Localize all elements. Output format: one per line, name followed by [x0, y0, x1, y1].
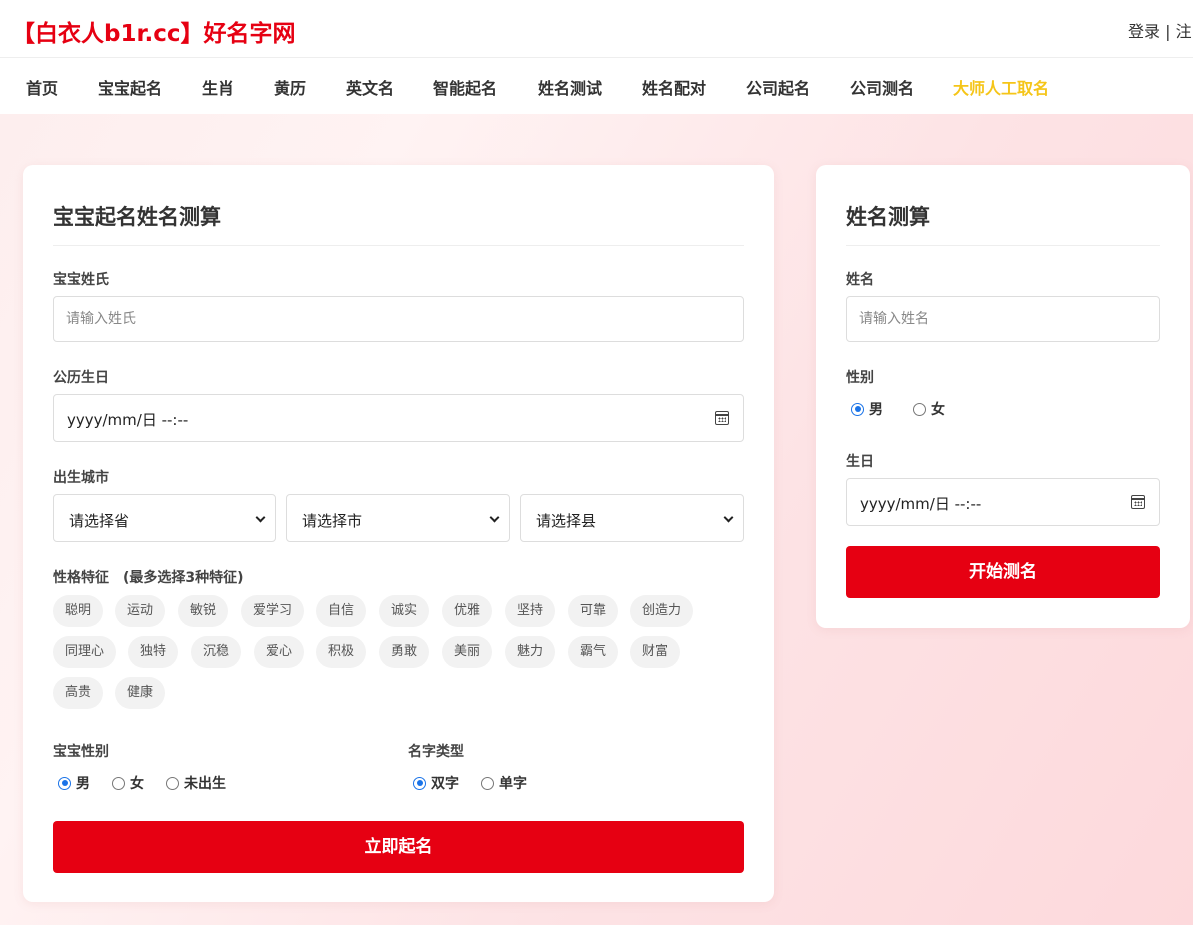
traits-label: 性格特征 (最多选择3种特征)	[53, 570, 244, 586]
birth-city-label: 出生城市	[53, 470, 109, 486]
trait-tag[interactable]: 聪明	[53, 595, 103, 627]
auth-separator: |	[1165, 22, 1171, 41]
nav-item-home[interactable]: 首页	[26, 75, 58, 99]
trait-tag[interactable]: 优雅	[442, 595, 492, 627]
name-input[interactable]	[846, 296, 1160, 342]
trait-tag[interactable]: 爱心	[254, 636, 304, 668]
nav-item-baby-naming[interactable]: 宝宝起名	[98, 75, 162, 99]
name-test-form: 姓名测算 姓名 性别 男 女 生日 yyyy/mm/日 --:-- 开始测名	[816, 165, 1190, 628]
trait-tag[interactable]: 魅力	[505, 636, 555, 668]
trait-tag[interactable]: 健康	[115, 677, 165, 709]
province-select[interactable]: 请选择省	[53, 494, 276, 542]
radio-unchecked-icon	[166, 776, 179, 790]
nav-item-name-match[interactable]: 姓名配对	[642, 75, 706, 99]
province-select-value: 请选择省	[69, 512, 130, 530]
gender-radio-unborn[interactable]: 未出生	[166, 773, 226, 793]
gender-radio-male[interactable]: 男	[58, 773, 90, 793]
trait-tag[interactable]: 沉稳	[191, 636, 241, 668]
nav-item-smart-naming[interactable]: 智能起名	[433, 75, 497, 99]
radio-checked-icon	[851, 402, 864, 416]
baby-gender-label: 宝宝性别	[53, 744, 109, 760]
nav-item-almanac[interactable]: 黄历	[274, 75, 306, 99]
login-link[interactable]: 登录	[1128, 22, 1160, 41]
site-header: 【白衣人b1r.cc】好名字网 登录 | 注	[0, 0, 1193, 58]
trait-tag[interactable]: 坚持	[505, 595, 555, 627]
trait-tag[interactable]: 独特	[128, 636, 178, 668]
birthday-input[interactable]: yyyy/mm/日 --:--	[53, 394, 744, 442]
radio-checked-icon	[413, 776, 426, 790]
name-type-radio-double[interactable]: 双字	[413, 773, 459, 793]
trait-tag[interactable]: 高贵	[53, 677, 103, 709]
birthday-value: yyyy/mm/日 --:--	[67, 411, 189, 429]
county-select-value: 请选择县	[536, 512, 597, 530]
gender-radio-group: 男 女	[851, 399, 967, 419]
main-nav: 首页 宝宝起名 生肖 黄历 英文名 智能起名 姓名测试 姓名配对 公司起名 公司…	[0, 58, 1193, 114]
gender-radio-female[interactable]: 女	[112, 773, 144, 793]
name-type-label: 名字类型	[408, 744, 464, 760]
birthday-label: 生日	[846, 454, 874, 470]
gender-label: 性别	[846, 370, 874, 386]
trait-tag[interactable]: 积极	[316, 636, 366, 668]
trait-tag[interactable]: 诚实	[379, 595, 429, 627]
trait-tag[interactable]: 可靠	[568, 595, 618, 627]
city-select[interactable]: 请选择市	[286, 494, 510, 542]
chevron-down-icon	[489, 512, 500, 523]
trait-tag[interactable]: 同理心	[53, 636, 116, 668]
form-title: 姓名测算	[846, 205, 930, 229]
chevron-down-icon	[723, 512, 734, 523]
radio-checked-icon	[58, 776, 71, 790]
trait-tag[interactable]: 美丽	[442, 636, 492, 668]
name-type-radio-single[interactable]: 单字	[481, 773, 527, 793]
nav-item-name-test[interactable]: 姓名测试	[538, 75, 602, 99]
surname-input[interactable]	[53, 296, 744, 342]
birthday-value: yyyy/mm/日 --:--	[860, 495, 982, 513]
trait-tag[interactable]: 敏锐	[178, 595, 228, 627]
trait-tag[interactable]: 自信	[316, 595, 366, 627]
trait-tag[interactable]: 霸气	[568, 636, 618, 668]
surname-label: 宝宝姓氏	[53, 272, 109, 288]
gender-radio-male[interactable]: 男	[851, 399, 883, 419]
trait-tag[interactable]: 勇敢	[379, 636, 429, 668]
gender-radio-female[interactable]: 女	[913, 399, 945, 419]
county-select[interactable]: 请选择县	[520, 494, 744, 542]
start-naming-button[interactable]: 立即起名	[53, 821, 744, 873]
nav-item-english-name[interactable]: 英文名	[346, 75, 394, 99]
trait-tag[interactable]: 财富	[630, 636, 680, 668]
name-type-radio-group: 双字 单字	[413, 773, 549, 793]
radio-unchecked-icon	[112, 776, 125, 790]
name-label: 姓名	[846, 272, 874, 288]
title-divider	[53, 245, 744, 246]
register-link[interactable]: 注	[1176, 22, 1192, 41]
site-logo[interactable]: 【白衣人b1r.cc】好名字网	[12, 14, 296, 48]
trait-tag[interactable]: 运动	[115, 595, 165, 627]
trait-tag[interactable]: 创造力	[630, 595, 693, 627]
birthday-input[interactable]: yyyy/mm/日 --:--	[846, 478, 1160, 526]
chevron-down-icon	[255, 512, 266, 523]
nav-item-company-naming[interactable]: 公司起名	[746, 75, 810, 99]
radio-unchecked-icon	[481, 776, 494, 790]
form-title: 宝宝起名姓名测算	[53, 205, 221, 229]
calendar-icon[interactable]	[1131, 495, 1145, 509]
auth-links: 登录 | 注	[1128, 18, 1192, 42]
nav-item-master-naming[interactable]: 大师人工取名	[953, 75, 1049, 99]
city-select-value: 请选择市	[302, 512, 363, 530]
nav-item-zodiac[interactable]: 生肖	[202, 75, 234, 99]
nav-item-company-test[interactable]: 公司测名	[850, 75, 914, 99]
title-divider	[846, 245, 1160, 246]
trait-tag[interactable]: 爱学习	[241, 595, 304, 627]
calendar-icon[interactable]	[715, 411, 729, 425]
baby-naming-form: 宝宝起名姓名测算 宝宝姓氏 公历生日 yyyy/mm/日 --:-- 出生城市 …	[23, 165, 774, 902]
birthday-label: 公历生日	[53, 370, 109, 386]
main-content: 宝宝起名姓名测算 宝宝姓氏 公历生日 yyyy/mm/日 --:-- 出生城市 …	[0, 114, 1193, 925]
baby-gender-radio-group: 男 女 未出生	[58, 773, 248, 793]
start-test-button[interactable]: 开始测名	[846, 546, 1160, 598]
radio-unchecked-icon	[913, 402, 926, 416]
